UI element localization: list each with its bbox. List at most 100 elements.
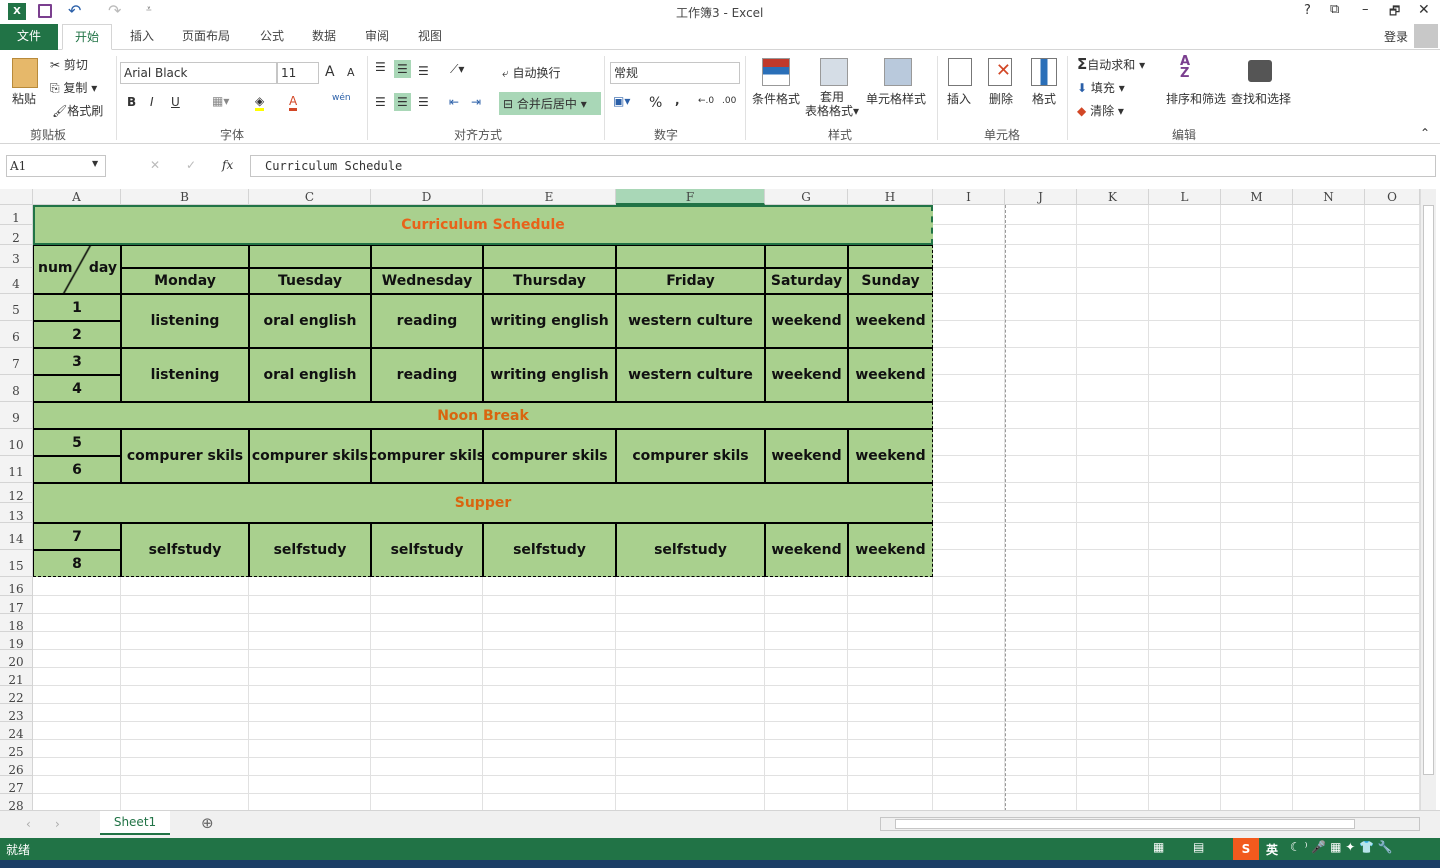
grow-font-button[interactable]: A [325,64,335,80]
row-header-20[interactable]: 20 [0,650,33,669]
tab-review[interactable]: 审阅 [353,24,401,50]
table-cell[interactable]: reading [371,294,483,348]
table-cell[interactable]: listening [121,348,249,402]
merge-center-button[interactable]: ⊟ 合并后居中 ▾ [499,92,601,115]
align-left-icon[interactable]: ☰ [375,95,386,109]
number-format-select[interactable]: 常规 [610,62,740,84]
redo-icon[interactable]: ↷ [108,1,121,20]
name-box[interactable]: A1 [6,155,106,177]
table-cell[interactable]: Saturday [765,268,848,294]
table-cell[interactable]: western culture [616,348,765,402]
table-cell[interactable]: Wednesday [371,268,483,294]
row-header-17[interactable]: 17 [0,596,33,615]
format-cells-button[interactable]: 格式 [1032,90,1056,107]
table-cell[interactable]: 2 [33,321,121,348]
tab-data[interactable]: 数据 [300,24,348,50]
table-cell[interactable]: writing english [483,348,616,402]
copy-button[interactable]: ⎘ 复制 ▾ [50,79,97,96]
row-header-7[interactable]: 7 [0,348,33,375]
fill-button[interactable]: ⬇ 填充 ▾ [1077,79,1125,96]
conditional-format-icon[interactable] [762,58,790,86]
column-header-B[interactable]: B [121,189,249,205]
sogou-ime-icon[interactable]: S [1233,838,1259,860]
insert-cells-button[interactable]: 插入 [947,90,971,107]
tab-insert[interactable]: 插入 [118,24,166,50]
add-sheet-button[interactable]: ⊕ [201,814,214,832]
row-header-1[interactable]: 1 [0,205,33,225]
diagonal-header-cell[interactable]: num day [33,245,121,294]
break-band-cell[interactable]: Noon Break [33,402,933,429]
insert-cells-icon[interactable] [948,58,972,86]
row-header-5[interactable]: 5 [0,294,33,321]
align-top-icon[interactable]: ☰ [375,60,386,74]
find-select-icon[interactable] [1248,60,1272,82]
format-painter-button[interactable]: 🖌格式刷 [52,102,103,119]
row-header-28[interactable]: 28 [0,794,33,810]
table-cell[interactable] [848,245,933,268]
row-header-15[interactable]: 15 [0,550,33,577]
table-cell[interactable]: weekend [765,429,848,483]
table-cell[interactable]: selfstudy [371,523,483,577]
row-header-22[interactable]: 22 [0,686,33,705]
percent-button[interactable]: % [649,95,662,111]
fill-color-icon[interactable]: ◈ [255,94,265,111]
enter-formula-button[interactable]: ✓ [186,158,196,172]
row-header-14[interactable]: 14 [0,523,33,550]
font-color-button[interactable]: A [289,94,298,111]
table-cell[interactable]: selfstudy [249,523,371,577]
table-format-button[interactable]: 套用 表格格式▾ [805,90,859,118]
table-cell[interactable]: 4 [33,375,121,402]
table-cell[interactable]: oral english [249,348,371,402]
table-cell[interactable]: weekend [848,523,933,577]
decrease-decimal-button[interactable]: .00 [722,96,736,106]
name-box-dropdown-icon[interactable]: ▼ [92,159,98,168]
align-center-icon[interactable]: ☰ [394,93,411,111]
column-header-A[interactable]: A [33,189,121,205]
minimize-button[interactable]: – [1362,2,1369,17]
table-cell[interactable]: selfstudy [121,523,249,577]
column-header-C[interactable]: C [249,189,371,205]
table-cell[interactable]: Tuesday [249,268,371,294]
table-cell[interactable]: 5 [33,429,121,456]
break-band-cell[interactable]: Supper [33,483,933,523]
row-header-19[interactable]: 19 [0,632,33,651]
cancel-formula-button[interactable]: ✕ [150,158,160,172]
vertical-scrollbar[interactable] [1420,189,1436,810]
formula-input[interactable]: Curriculum Schedule [250,155,1436,177]
table-cell[interactable] [616,245,765,268]
select-all-corner[interactable] [0,189,33,205]
collapse-ribbon-icon[interactable]: ⌃ [1420,126,1430,140]
table-cell[interactable]: weekend [848,294,933,348]
cell-styles-button[interactable]: 单元格样式 [866,90,926,107]
table-cell[interactable]: compurer skils [121,429,249,483]
column-header-M[interactable]: M [1221,189,1293,205]
bold-button[interactable]: B [127,95,136,109]
clear-button[interactable]: ◆ 清除 ▾ [1077,102,1124,119]
cut-button[interactable]: ✂ 剪切 [50,56,88,73]
column-header-O[interactable]: O [1365,189,1420,205]
normal-view-icon[interactable]: ▦ [1153,840,1164,854]
table-cell[interactable]: 7 [33,523,121,550]
sheet-title-cell[interactable]: Curriculum Schedule [33,205,933,245]
italic-button[interactable]: I [150,95,154,109]
login-link[interactable]: 登录 [1384,28,1408,45]
table-cell[interactable]: Friday [616,268,765,294]
table-cell[interactable] [121,245,249,268]
row-header-18[interactable]: 18 [0,614,33,633]
row-header-25[interactable]: 25 [0,740,33,759]
font-size-select[interactable]: 11 [277,62,319,84]
table-cell[interactable]: listening [121,294,249,348]
row-header-10[interactable]: 10 [0,429,33,456]
delete-cells-button[interactable]: 删除 [989,90,1013,107]
increase-indent-icon[interactable]: ⇥ [471,95,481,109]
help-button[interactable]: ? [1304,3,1311,18]
customize-qat-icon[interactable]: ⩡ [146,4,152,15]
restore-button[interactable]: 🗗 [1389,2,1400,23]
accounting-format-icon[interactable]: ▣▾ [613,94,630,108]
table-cell[interactable]: weekend [765,523,848,577]
save-icon[interactable] [38,4,52,18]
table-cell[interactable]: selfstudy [483,523,616,577]
column-header-N[interactable]: N [1293,189,1365,205]
increase-decimal-button[interactable]: ←.0 [698,96,714,106]
scroll-thumb[interactable] [1423,205,1434,775]
